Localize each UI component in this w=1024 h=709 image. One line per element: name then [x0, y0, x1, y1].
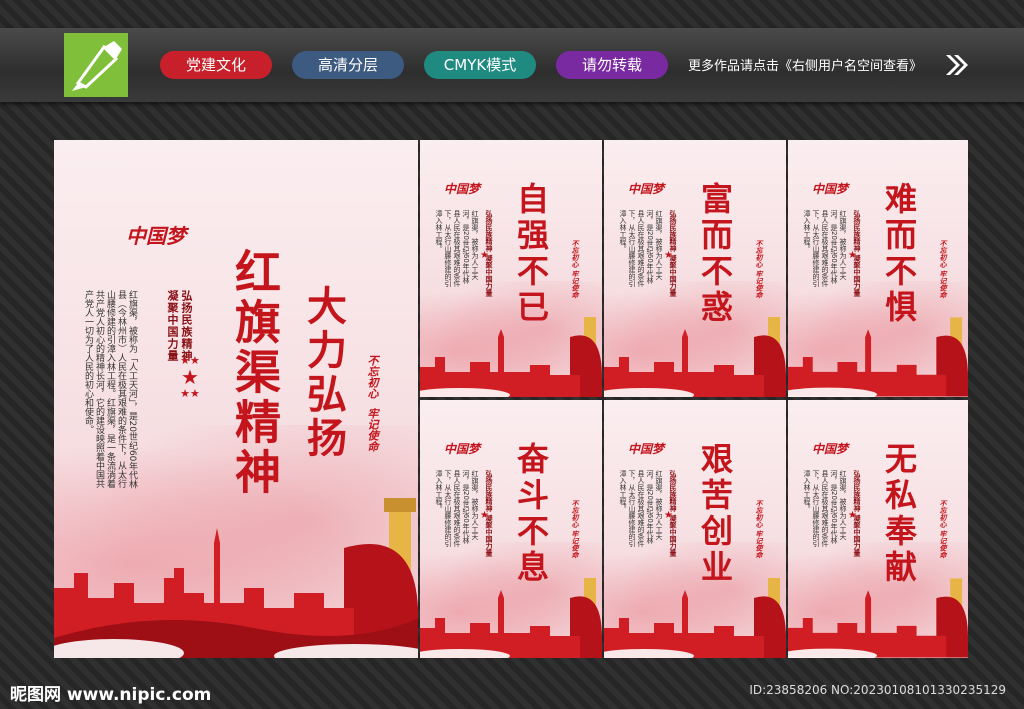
china-dream-mark: 中国梦 — [812, 182, 849, 196]
poster-seal: 不忘初心 牢记使命 — [939, 500, 947, 559]
poster-body-text: 红旗渠，被称为人工天河，是20世纪60年代林县人民在极其艰难的条件下，从太行山腰… — [803, 470, 847, 547]
poster-seal: 不忘初心 牢记使命 — [571, 500, 579, 559]
main-poster: 中国梦 红旗渠精神 大力弘扬 弘扬民族精神 凝聚中国力量 ★★ ★ ★★ 红旗渠… — [54, 140, 418, 658]
small-poster-2: 中国梦 富而不惑 弘扬民族精神 凝聚中国力量 红旗渠，被称为人工天河，是20世纪… — [604, 140, 786, 397]
star-cluster: ★★ ★ ★★ — [170, 355, 210, 415]
city-skyline — [420, 578, 602, 658]
star-icon: ★ — [480, 510, 489, 521]
city-skyline — [788, 578, 968, 658]
main-subtitle-b: 凝聚中国力量 — [166, 290, 179, 362]
poster-seal: 不忘初心 牢记使命 — [571, 240, 579, 299]
seal-keep-mission: 牢记使命 — [366, 408, 379, 452]
poster-title: 自强不已 — [512, 182, 550, 326]
star-icon: ★ — [181, 365, 199, 389]
china-dream-mark: 中国梦 — [444, 442, 481, 456]
china-dream-mark: 中国梦 — [812, 442, 849, 456]
seal-not-forget: 不忘初心 — [366, 355, 379, 399]
china-dream-mark: 中国梦 — [628, 442, 665, 456]
pen-logo-icon — [72, 41, 122, 91]
poster-body-text: 红旗渠，被称为人工天河，是20世纪60年代林县人民在极其艰难的条件下，从太行山腰… — [435, 470, 479, 547]
star-icon: ★ — [480, 250, 489, 261]
notice-text[interactable]: 更多作品请点击《右侧用户名空间查看》 — [688, 55, 922, 74]
tag-no-repost[interactable]: 请勿转载 — [556, 51, 668, 79]
small-poster-3: 中国梦 难而不惧 弘扬民族精神 凝聚中国力量 红旗渠，被称为人工天河，是20世纪… — [788, 140, 968, 397]
star-icon: ★★ — [180, 387, 200, 400]
main-title: 红旗渠精神 — [228, 248, 282, 498]
poster-title: 无私奉献 — [880, 442, 918, 586]
city-skyline — [604, 578, 786, 658]
city-skyline — [788, 317, 968, 397]
poster-seal: 不忘初心 牢记使命 — [939, 240, 947, 299]
double-arrow-icon[interactable] — [944, 53, 970, 77]
poster-title: 难而不惧 — [880, 182, 918, 326]
tag-hd-layers[interactable]: 高清分层 — [292, 51, 404, 79]
small-poster-5: 中国梦 艰苦创业 弘扬民族精神 凝聚中国力量 红旗渠，被称为人工天河，是20世纪… — [604, 400, 786, 658]
star-icon: ★ — [848, 510, 857, 521]
poster-body-text: 红旗渠，被称为人工天河，是20世纪60年代林县人民在极其艰难的条件下，从太行山腰… — [435, 210, 479, 287]
poster-title: 奋斗不息 — [512, 442, 550, 586]
star-icon: ★ — [664, 510, 673, 521]
poster-title: 艰苦创业 — [696, 442, 734, 586]
poster-body-text: 红旗渠，被称为人工天河，是20世纪60年代林县人民在极其艰难的条件下，从太行山腰… — [619, 470, 663, 547]
poster-seal: 不忘初心 牢记使命 — [755, 240, 763, 299]
tag-cmyk[interactable]: CMYK模式 — [424, 51, 536, 79]
city-skyline — [420, 317, 602, 397]
city-skyline — [54, 498, 418, 658]
main-subtitle-a: 弘扬民族精神 — [180, 290, 193, 362]
poster-body-text: 红旗渠，被称为人工天河，是20世纪60年代林县人民在极其艰难的条件下，从太行山腰… — [619, 210, 663, 287]
poster-body-text: 红旗渠，被称为人工天河，是20世纪60年代林县人民在极其艰难的条件下，从太行山腰… — [803, 210, 847, 287]
tag-party-culture[interactable]: 党建文化 — [160, 51, 272, 79]
china-dream-mark: 中国梦 — [126, 224, 186, 248]
image-id: ID:23858206 NO:20230108101330235129 — [749, 683, 1006, 697]
small-poster-1: 中国梦 自强不已 弘扬民族精神 凝聚中国力量 红旗渠，被称为人工天河，是20世纪… — [420, 140, 602, 397]
main-slogan: 大力弘扬 — [300, 285, 347, 461]
main-body-text: 红旗渠，被称为「人工天河」，是20世纪60年代林县（今林州市）人民在极其艰难的条… — [83, 290, 137, 489]
site-watermark: 昵图网 www.nipic.com — [10, 685, 212, 705]
poster-title: 富而不惑 — [696, 182, 734, 326]
poster-seal: 不忘初心 牢记使命 — [755, 500, 763, 559]
small-poster-4: 中国梦 奋斗不息 弘扬民族精神 凝聚中国力量 红旗渠，被称为人工天河，是20世纪… — [420, 400, 602, 658]
logo — [64, 33, 128, 97]
star-icon: ★ — [848, 250, 857, 261]
china-dream-mark: 中国梦 — [628, 182, 665, 196]
city-skyline — [604, 317, 786, 397]
star-icon: ★ — [664, 250, 673, 261]
small-poster-6: 中国梦 无私奉献 弘扬民族精神 凝聚中国力量 红旗渠，被称为人工天河，是20世纪… — [788, 400, 968, 658]
china-dream-mark: 中国梦 — [444, 182, 481, 196]
